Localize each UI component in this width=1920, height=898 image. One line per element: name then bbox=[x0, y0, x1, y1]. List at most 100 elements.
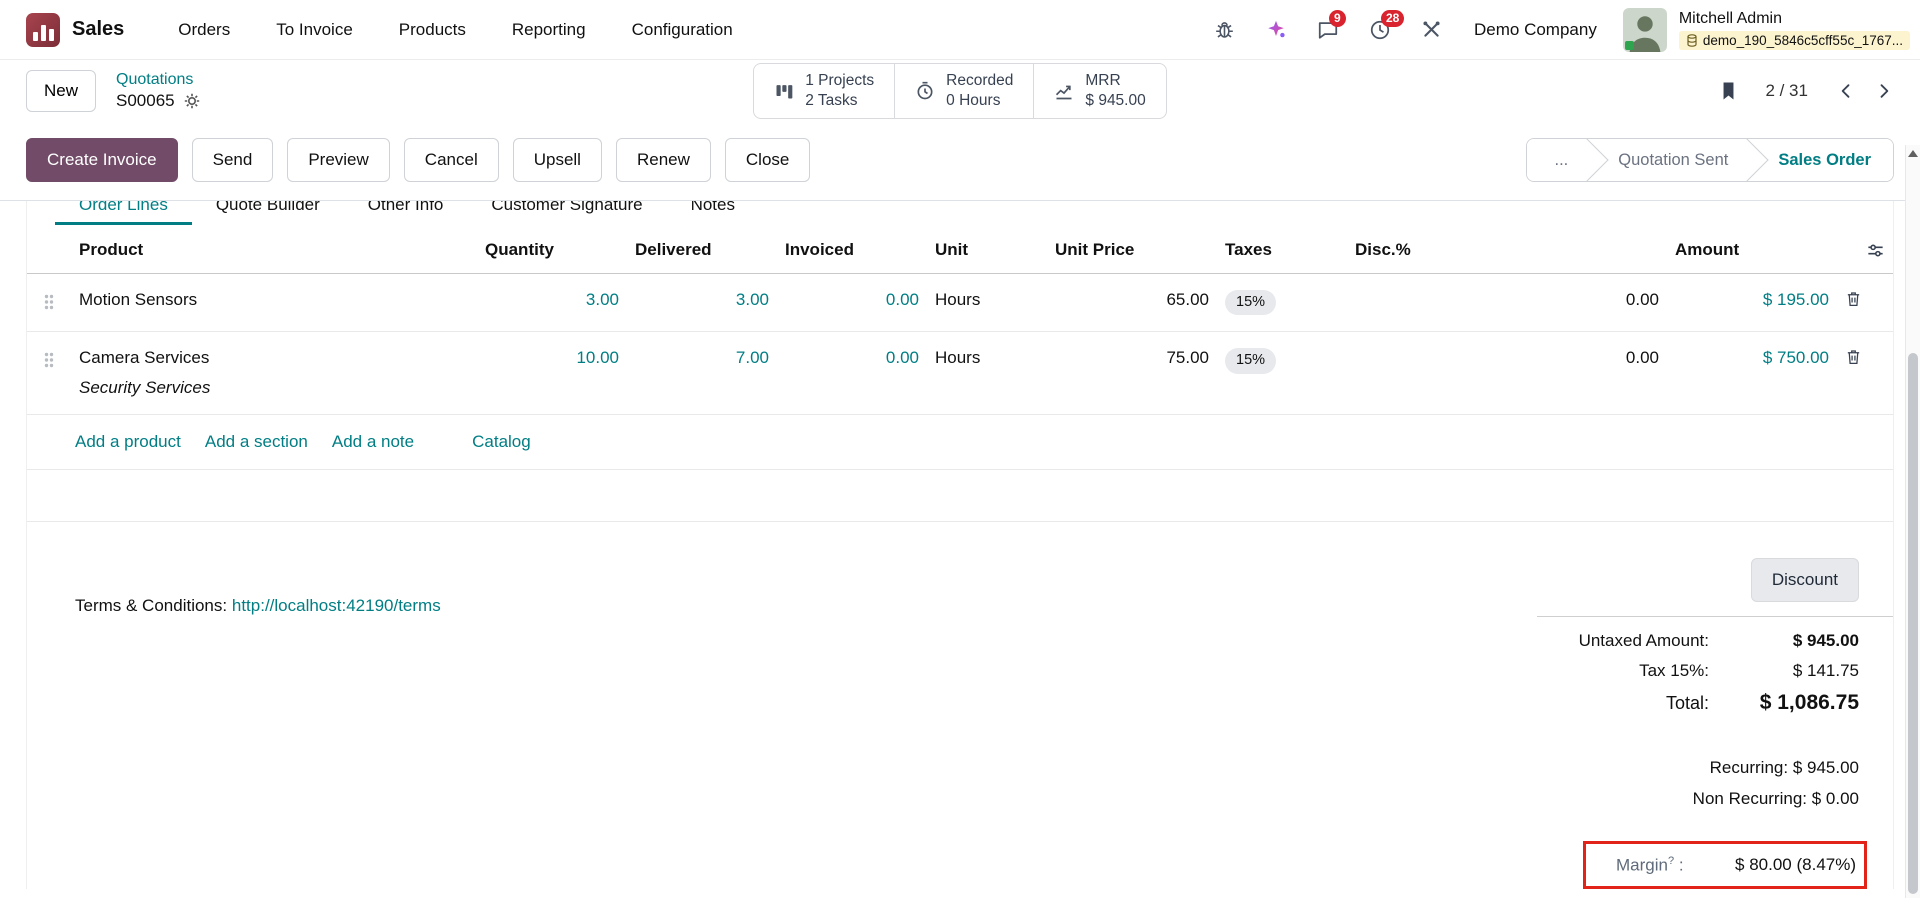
record-name: S00065 bbox=[116, 91, 175, 111]
bookmark-icon[interactable] bbox=[1720, 80, 1737, 102]
order-line-row-1[interactable]: Motion Sensors 3.00 3.00 0.00 Hours 65.0… bbox=[27, 273, 1893, 333]
col-invoiced[interactable]: Invoiced bbox=[777, 225, 927, 274]
tab-customer-signature[interactable]: Customer Signature bbox=[467, 201, 666, 225]
col-taxes[interactable]: Taxes bbox=[1217, 225, 1347, 274]
cell-invoiced[interactable]: 0.00 bbox=[777, 273, 927, 333]
apps-icon[interactable] bbox=[26, 12, 60, 47]
total-row: Total: $ 1,086.75 bbox=[1665, 691, 1859, 715]
preview-button[interactable]: Preview bbox=[287, 138, 390, 182]
stat-projects[interactable]: 1 Projects 2 Tasks bbox=[754, 64, 894, 118]
terms-and-conditions: Terms & Conditions: http://localhost:421… bbox=[75, 596, 441, 889]
cell-amount: $ 750.00 bbox=[1667, 331, 1837, 416]
add-note-link[interactable]: Add a note bbox=[332, 432, 414, 452]
cell-disc[interactable]: 0.00 bbox=[1347, 273, 1667, 333]
add-section-link[interactable]: Add a section bbox=[205, 432, 308, 452]
add-product-link[interactable]: Add a product bbox=[75, 432, 181, 452]
user-menu[interactable]: Mitchell Admin demo_190_5846c5cff55c_176… bbox=[1678, 9, 1910, 51]
cell-taxes[interactable]: 15% bbox=[1217, 273, 1347, 333]
cell-quantity[interactable]: 10.00 bbox=[477, 331, 627, 416]
discount-button[interactable]: Discount bbox=[1750, 558, 1859, 603]
stat-recorded-hours[interactable]: Recorded 0 Hours bbox=[894, 64, 1033, 118]
catalog-link[interactable]: Catalog bbox=[472, 432, 531, 452]
upsell-button[interactable]: Upsell bbox=[512, 138, 602, 182]
chevron-left-icon[interactable] bbox=[1836, 81, 1856, 101]
chevron-right-icon[interactable] bbox=[1874, 81, 1894, 101]
main-menu: Orders To Invoice Products Reporting Con… bbox=[178, 20, 732, 40]
stat-recorded-line1: Recorded bbox=[946, 71, 1014, 89]
cell-unit[interactable]: Hours bbox=[927, 273, 1047, 333]
create-invoice-button[interactable]: Create Invoice bbox=[26, 138, 178, 182]
cell-invoiced[interactable]: 0.00 bbox=[777, 331, 927, 416]
cell-product[interactable]: Motion Sensors bbox=[71, 273, 477, 333]
scrollbar-thumb[interactable] bbox=[1908, 353, 1918, 894]
totals-box: Untaxed Amount: $ 945.00 Tax 15%: $ 141.… bbox=[1537, 616, 1893, 725]
renew-button[interactable]: Renew bbox=[615, 138, 711, 182]
vertical-scrollbar[interactable] bbox=[1905, 145, 1920, 898]
user-name: Mitchell Admin bbox=[1678, 9, 1782, 27]
tax-badge: 15% bbox=[1225, 290, 1277, 316]
navbar-left: Sales Orders To Invoice Products Reporti… bbox=[26, 12, 733, 47]
menu-orders[interactable]: Orders bbox=[178, 20, 230, 40]
tab-notes[interactable]: Notes bbox=[667, 201, 759, 225]
col-amount[interactable]: Amount bbox=[1667, 225, 1837, 274]
menu-reporting[interactable]: Reporting bbox=[512, 20, 586, 40]
tab-quote-builder[interactable]: Quote Builder bbox=[192, 201, 344, 225]
line-actions: Add a product Add a section Add a note C… bbox=[27, 415, 1893, 471]
menu-products[interactable]: Products bbox=[399, 20, 466, 40]
cell-delivered[interactable]: 7.00 bbox=[627, 331, 777, 416]
cell-product[interactable]: Camera Services Security Services bbox=[71, 331, 477, 416]
cell-unit-price[interactable]: 65.00 bbox=[1047, 273, 1217, 333]
cell-disc[interactable]: 0.00 bbox=[1347, 331, 1667, 416]
terms-link[interactable]: http://localhost:42190/terms bbox=[232, 596, 441, 615]
close-button[interactable]: Close bbox=[724, 138, 811, 182]
bug-icon[interactable] bbox=[1214, 19, 1235, 40]
menu-to-invoice[interactable]: To Invoice bbox=[276, 20, 353, 40]
trash-icon[interactable] bbox=[1845, 348, 1862, 366]
col-quantity[interactable]: Quantity bbox=[477, 225, 627, 274]
col-disc[interactable]: Disc.% bbox=[1347, 225, 1667, 274]
tax-value: $ 141.75 bbox=[1792, 661, 1859, 681]
order-lines-table: Product Quantity Delivered Invoiced Unit… bbox=[27, 225, 1893, 416]
cell-quantity[interactable]: 3.00 bbox=[477, 273, 627, 333]
action-bar: Create Invoice Send Preview Cancel Upsel… bbox=[0, 122, 1920, 201]
order-line-row-2[interactable]: Camera Services Security Services 10.00 … bbox=[27, 331, 1893, 416]
breadcrumb-quotations[interactable]: Quotations bbox=[116, 71, 200, 89]
cell-taxes[interactable]: 15% bbox=[1217, 331, 1347, 416]
timer-icon bbox=[915, 81, 935, 101]
status-step-sales-order[interactable]: Sales Order bbox=[1750, 139, 1893, 181]
control-panel: New Quotations S00065 1 Projects 2 Tasks… bbox=[0, 60, 1920, 122]
col-delivered[interactable]: Delivered bbox=[627, 225, 777, 274]
drag-handle-icon[interactable] bbox=[44, 294, 54, 310]
activities-icon[interactable]: 28 bbox=[1369, 9, 1405, 41]
col-unit[interactable]: Unit bbox=[927, 225, 1047, 274]
cancel-button[interactable]: Cancel bbox=[403, 138, 499, 182]
terms-label: Terms & Conditions: bbox=[75, 596, 228, 616]
margin-help-icon[interactable]: ? bbox=[1668, 855, 1674, 867]
menu-configuration[interactable]: Configuration bbox=[632, 20, 733, 40]
app-name[interactable]: Sales bbox=[72, 18, 124, 41]
scroll-up-icon[interactable] bbox=[1908, 150, 1918, 157]
col-unit-price[interactable]: Unit Price bbox=[1047, 225, 1217, 274]
status-step-quotation-sent[interactable]: Quotation Sent bbox=[1590, 139, 1751, 181]
ai-icon[interactable] bbox=[1265, 19, 1287, 41]
new-button[interactable]: New bbox=[26, 70, 97, 112]
send-button[interactable]: Send bbox=[191, 138, 274, 182]
stat-mrr[interactable]: MRR $ 945.00 bbox=[1033, 64, 1165, 118]
company-switcher[interactable]: Demo Company bbox=[1474, 20, 1597, 40]
status-step-more[interactable]: ... bbox=[1526, 139, 1591, 181]
drag-handle-icon[interactable] bbox=[44, 352, 54, 368]
cell-unit-price[interactable]: 75.00 bbox=[1047, 331, 1217, 416]
messages-icon[interactable]: 9 bbox=[1317, 9, 1346, 41]
cell-unit[interactable]: Hours bbox=[927, 331, 1047, 416]
col-product[interactable]: Product bbox=[71, 225, 477, 274]
tab-order-lines[interactable]: Order Lines bbox=[55, 201, 192, 225]
tools-icon[interactable] bbox=[1421, 19, 1442, 40]
avatar[interactable] bbox=[1622, 7, 1667, 52]
navbar-right: 9 28 Demo Company Mitchell Admin demo_19… bbox=[1184, 7, 1910, 52]
tab-other-info[interactable]: Other Info bbox=[344, 201, 468, 225]
trash-icon[interactable] bbox=[1845, 290, 1862, 308]
cell-delivered[interactable]: 3.00 bbox=[627, 273, 777, 333]
stat-recorded-line2: 0 Hours bbox=[946, 92, 1001, 109]
optional-columns-icon[interactable] bbox=[1866, 241, 1885, 260]
gear-icon[interactable] bbox=[184, 93, 200, 109]
